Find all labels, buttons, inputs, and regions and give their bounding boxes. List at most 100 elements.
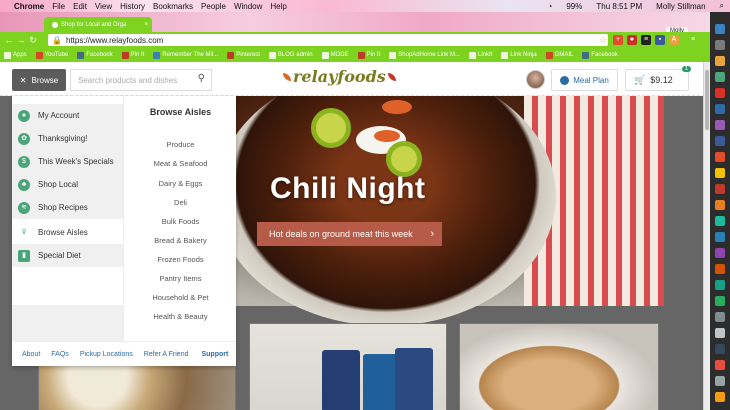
bookmark-star-icon[interactable]: ☆ <box>598 35 608 45</box>
bookmark-pin-it[interactable]: Pin It <box>121 51 144 59</box>
dock-app-icon[interactable] <box>715 168 725 178</box>
scrollbar-thumb[interactable] <box>705 70 709 130</box>
aisle-link-health-beauty[interactable]: Health & Beauty <box>124 312 237 321</box>
bookmark-remember-the-milk[interactable]: Remember The Mil... <box>153 51 218 59</box>
back-icon[interactable]: ← <box>3 35 15 45</box>
avatar[interactable] <box>526 70 545 89</box>
user-name[interactable]: Molly Stillman <box>656 2 705 11</box>
aisle-link-bread-bakery[interactable]: Bread & Bakery <box>124 236 237 245</box>
tab-close-icon[interactable]: × <box>144 22 148 28</box>
chrome-menu-icon[interactable]: ≡ <box>688 35 698 45</box>
menu-app-name[interactable]: Chrome <box>14 2 44 11</box>
site-logo[interactable]: relayfoods <box>283 67 396 86</box>
menu-file[interactable]: File <box>52 2 65 11</box>
bookmark-gmail[interactable]: GMAIL <box>545 51 573 59</box>
menu-item-special-diet[interactable]: ▮ Special Diet <box>12 244 123 267</box>
promo-card-pie[interactable] <box>459 323 659 410</box>
forward-icon[interactable]: → <box>15 35 27 45</box>
dock-app-icon[interactable] <box>715 200 725 210</box>
aisle-link-household-pet[interactable]: Household & Pet <box>124 293 237 302</box>
bookmark-youtube[interactable]: YouTube <box>35 51 68 59</box>
menu-item-thanksgiving[interactable]: ✿ Thanksgiving! <box>12 127 123 150</box>
meal-plan-button[interactable]: Meal Plan <box>551 69 618 91</box>
bookmark-linkit[interactable]: LinkIt <box>468 51 492 59</box>
dock-app-icon[interactable] <box>715 248 725 258</box>
menu-help[interactable]: Help <box>270 2 286 11</box>
footer-link-support[interactable]: Support <box>201 351 228 358</box>
menu-item-specials[interactable]: $ This Week's Specials <box>12 150 123 173</box>
promo-card-packaged[interactable] <box>249 323 447 410</box>
bookmark-blog-admin[interactable]: BLOG admin <box>268 51 313 59</box>
menu-item-shop-local[interactable]: ♣ Shop Local <box>12 173 123 196</box>
dock-app-icon[interactable] <box>715 72 725 82</box>
footer-link-pickup-locations[interactable]: Pickup Locations <box>80 351 133 358</box>
bookmark-facebook[interactable]: Facebook <box>77 51 113 59</box>
cart-button[interactable]: 🛒 $9.12 1 <box>625 66 691 91</box>
aisle-link-frozen-foods[interactable]: Frozen Foods <box>124 255 237 264</box>
search-icon[interactable]: ⚲ <box>198 73 205 84</box>
dock-app-icon[interactable] <box>715 40 725 50</box>
dock-app-icon[interactable] <box>715 120 725 130</box>
footer-link-refer-a-friend[interactable]: Refer A Friend <box>144 351 189 358</box>
page-scrollbar[interactable] <box>703 62 710 410</box>
spotlight-icon[interactable]: ⌕ <box>720 1 724 11</box>
dock-app-icon[interactable] <box>715 360 725 370</box>
dock-app-icon[interactable] <box>715 152 725 162</box>
dock-app-icon[interactable] <box>715 232 725 242</box>
footer-link-about[interactable]: About <box>22 351 40 358</box>
reload-icon[interactable]: ↻ <box>27 35 39 46</box>
bookmark-facebook-2[interactable]: Facebook <box>582 51 618 59</box>
menu-view[interactable]: View <box>95 2 112 11</box>
dock-app-icon[interactable] <box>715 216 725 226</box>
aisle-link-meat-seafood[interactable]: Meat & Seafood <box>124 159 237 168</box>
dock-app-icon[interactable] <box>715 344 725 354</box>
dock-app-icon[interactable] <box>715 280 725 290</box>
menu-window[interactable]: Window <box>234 2 262 11</box>
browse-button[interactable]: ✕ Browse <box>12 69 66 91</box>
menu-item-shop-recipes[interactable]: ≋ Shop Recipes <box>12 196 123 219</box>
cart-total: $9.12 <box>650 75 673 85</box>
battery-percent[interactable]: 99% <box>566 2 582 11</box>
menu-item-my-account[interactable]: ● My Account <box>12 104 123 127</box>
browser-tab[interactable]: Shop for Local and Orga × <box>44 17 152 32</box>
extension-icon[interactable]: ▪ <box>655 35 665 45</box>
dock-app-icon[interactable] <box>715 88 725 98</box>
bookmark-mode[interactable]: MODE <box>321 51 349 59</box>
dock-app-icon[interactable] <box>715 56 725 66</box>
buffer-icon[interactable]: ≡ <box>641 35 651 45</box>
bookmark-apps[interactable]: Apps <box>4 51 27 59</box>
dock-app-icon[interactable] <box>715 328 725 338</box>
bookmark-link-ninja[interactable]: Link Ninja <box>501 51 537 59</box>
dock-app-icon[interactable] <box>715 184 725 194</box>
dock-app-icon[interactable] <box>715 392 725 402</box>
bookmark-shopadhome[interactable]: ShopAdHome Link M... <box>389 51 460 59</box>
menu-people[interactable]: People <box>201 2 226 11</box>
hero-cta-button[interactable]: Hot deals on ground meat this week › <box>257 222 442 246</box>
extension-icon[interactable]: A <box>669 35 679 45</box>
menu-bookmarks[interactable]: Bookmarks <box>153 2 193 11</box>
dock-app-icon[interactable] <box>715 136 725 146</box>
search-input[interactable]: Search products and dishes ⚲ <box>70 69 212 91</box>
footer-link-faqs[interactable]: FAQs <box>51 351 69 358</box>
bookmark-pin-it-2[interactable]: Pin It <box>357 51 380 59</box>
dock-app-icon[interactable] <box>715 24 725 34</box>
aisle-link-produce[interactable]: Produce <box>124 140 237 149</box>
aisle-link-pantry-items[interactable]: Pantry Items <box>124 274 237 283</box>
aisle-link-deli[interactable]: Deli <box>124 198 237 207</box>
wifi-icon[interactable]: ◔ <box>548 2 553 11</box>
dock-app-icon[interactable] <box>715 264 725 274</box>
bookmark-pinterest[interactable]: Pinterest <box>227 51 260 59</box>
aisle-link-dairy-eggs[interactable]: Dairy & Eggs <box>124 179 237 188</box>
dock-app-icon[interactable] <box>715 296 725 306</box>
aisle-link-bulk-foods[interactable]: Bulk Foods <box>124 217 237 226</box>
menu-item-browse-aisles[interactable]: ⊽ Browse Aisles <box>12 221 123 244</box>
menu-edit[interactable]: Edit <box>73 2 87 11</box>
clock[interactable]: Thu 8:51 PM <box>596 2 642 11</box>
extension-icon[interactable]: + <box>613 35 623 45</box>
dock-app-icon[interactable] <box>715 376 725 386</box>
dock-app-icon[interactable] <box>715 104 725 114</box>
address-bar[interactable]: 🔒 https://www.relayfoods.com <box>48 34 608 46</box>
extension-icon[interactable]: ● <box>627 35 637 45</box>
menu-history[interactable]: History <box>120 2 145 11</box>
dock-app-icon[interactable] <box>715 312 725 322</box>
